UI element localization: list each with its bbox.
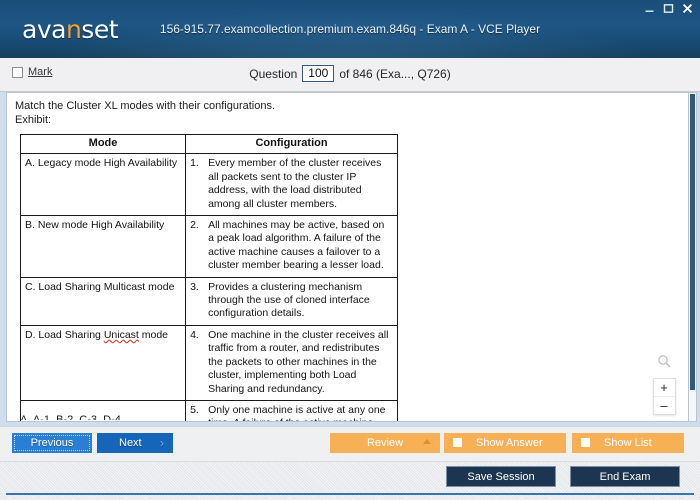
config-text: Only one machine is active at any one ti… — [208, 403, 386, 421]
config-number: 3. — [190, 280, 199, 293]
show-list-button[interactable]: Show List — [572, 433, 684, 453]
maximize-icon[interactable] — [662, 2, 675, 15]
cell-mode-prefix: D. Load Sharing — [25, 328, 104, 341]
cell-mode: B. New mode High Availability — [19, 215, 187, 278]
image-zoom-widget: + – — [652, 354, 676, 415]
show-answer-button[interactable]: Show Answer — [444, 433, 566, 453]
config-text: Provides a clustering mechanism through … — [208, 280, 370, 320]
table-row: C. Load Sharing Multicast mode 3. Provid… — [19, 276, 398, 326]
window-controls — [643, 2, 694, 15]
config-number: 2. — [190, 219, 199, 232]
cell-configuration: 2. All machines may be active, based on … — [185, 215, 398, 278]
show-answer-label: Show Answer — [476, 437, 543, 449]
cell-configuration: 1. Every member of the cluster receives … — [185, 153, 398, 217]
previous-button[interactable]: Previous — [12, 433, 92, 453]
review-button-label: Review — [366, 437, 404, 449]
footer-divider — [6, 493, 694, 495]
next-button-label: Next — [119, 437, 142, 449]
config-number: 1. — [190, 157, 199, 170]
show-list-indicator-icon — [581, 438, 590, 447]
cell-mode: C. Load Sharing Multicast mode — [19, 276, 187, 326]
config-text: Every member of the cluster receives all… — [208, 157, 382, 210]
minimize-icon[interactable] — [643, 2, 656, 15]
question-bar: Mark Question 100 of 846 (Exa..., Q726) — [0, 58, 700, 92]
config-number: 4. — [190, 328, 199, 341]
title-bar: avanset 156-915.77.examcollection.premiu… — [0, 0, 700, 58]
table-row: B. New mode High Availability 2. All mac… — [19, 215, 398, 278]
show-answer-indicator-icon — [453, 438, 462, 447]
config-number: 5. — [190, 403, 199, 416]
column-header-mode: Mode — [19, 133, 187, 155]
table-header-row: Mode Configuration — [19, 133, 398, 155]
zoom-button-stack: + – — [652, 378, 676, 415]
question-number-input[interactable]: 100 — [302, 65, 335, 82]
cell-configuration: 4. One machine in the cluster receives a… — [185, 324, 398, 401]
vce-player-window: avanset 156-915.77.examcollection.premiu… — [0, 0, 700, 500]
end-exam-button[interactable]: End Exam — [570, 466, 680, 487]
question-stem: Match the Cluster XL modes with their co… — [15, 99, 275, 127]
question-label: Question — [249, 66, 298, 81]
config-text: One machine in the cluster receives all … — [208, 328, 389, 395]
table-row: D. Load Sharing Unicast mode 4. One mach… — [19, 324, 398, 401]
question-stem-line2: Exhibit: — [15, 114, 52, 126]
question-stem-line1: Match the Cluster XL modes with their co… — [15, 100, 276, 112]
content-scrollbar-thumb[interactable] — [690, 94, 695, 390]
save-session-button[interactable]: Save Session — [446, 466, 556, 487]
column-header-configuration: Configuration — [185, 133, 398, 155]
cell-configuration: 5. Only one machine is active at any one… — [185, 399, 398, 421]
zoom-out-button[interactable]: – — [654, 397, 675, 414]
cell-configuration: 3. Provides a clustering mechanism throu… — [185, 276, 398, 326]
config-text: All machines may be active, based on a p… — [208, 219, 385, 272]
window-title: 156-915.77.examcollection.premium.exam.8… — [159, 22, 541, 36]
chevron-up-icon — [423, 439, 431, 444]
magnifier-icon[interactable] — [657, 354, 672, 374]
content-scrollbar[interactable] — [688, 92, 697, 422]
exhibit-table: Mode Configuration A. Legacy mode High A… — [19, 133, 398, 421]
chevron-right-icon: › — [160, 436, 164, 450]
table-row: A. Legacy mode High Availability 1. Ever… — [19, 153, 398, 217]
review-button[interactable]: Review — [330, 433, 440, 453]
show-list-label: Show List — [604, 437, 652, 449]
close-icon[interactable] — [681, 2, 694, 15]
cell-mode: A. Legacy mode High Availability — [19, 153, 187, 217]
zoom-in-button[interactable]: + — [653, 379, 675, 397]
cell-mode-suffix: mode — [138, 328, 169, 341]
cell-mode-misspelled-word: Unicast — [103, 328, 139, 341]
question-total-label: of 846 (Exa..., Q726) — [339, 66, 451, 81]
next-button[interactable]: Next › — [97, 433, 173, 453]
answer-option-clipped[interactable]: A. A-1, B-2, C-3, D-4 — [20, 413, 121, 420]
cell-mode: D. Load Sharing Unicast mode — [19, 324, 187, 401]
question-content-area: Match the Cluster XL modes with their co… — [6, 92, 694, 422]
question-counter: Question 100 of 846 (Exa..., Q726) — [0, 65, 700, 82]
